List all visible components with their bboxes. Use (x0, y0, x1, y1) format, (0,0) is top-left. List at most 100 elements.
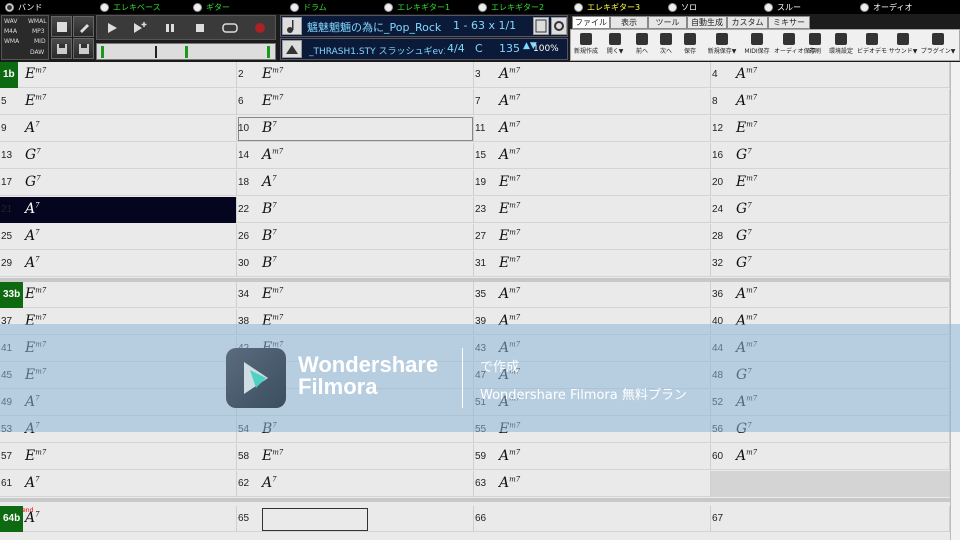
bar-cell[interactable]: 62 A7 (237, 471, 474, 497)
format-mp3-label[interactable]: MP3 (32, 28, 45, 35)
radio-icon[interactable] (764, 2, 773, 12)
song-menu-button[interactable] (282, 17, 302, 35)
bar-cell[interactable]: 28 G7 (711, 224, 950, 250)
chord-symbol[interactable]: Am7 (499, 448, 520, 464)
chord-symbol[interactable]: Am7 (499, 286, 520, 302)
chord-symbol[interactable]: B7 (262, 201, 277, 217)
chord-symbol[interactable]: Em7 (25, 66, 46, 82)
part-option[interactable]: エレキベース (100, 1, 161, 13)
song-list-button[interactable] (51, 16, 72, 37)
bar-cell[interactable]: 58 Em7 (237, 444, 474, 470)
chord-symbol[interactable]: A7 (262, 475, 277, 491)
chord-symbol[interactable]: Em7 (499, 228, 520, 244)
bar-cell[interactable]: 23 Em7 (474, 197, 711, 223)
bar-cell[interactable]: 13 G7 (0, 143, 237, 169)
chord-symbol[interactable]: A7 (25, 510, 40, 526)
chord-symbol[interactable]: A7 (25, 475, 40, 491)
chord-symbol[interactable]: G7 (736, 201, 752, 217)
chord-symbol[interactable]: Em7 (262, 66, 283, 82)
menu-tab[interactable]: ツール (648, 16, 687, 29)
part-option[interactable]: バンド (5, 1, 42, 13)
bar-cell[interactable]: 64b end A7 (0, 506, 237, 532)
bar-cell[interactable]: 24 G7 (711, 197, 950, 223)
bar-cell[interactable]: 12 Em7 (711, 116, 950, 142)
bar-cell[interactable]: 20 Em7 (711, 170, 950, 196)
part-option[interactable]: スルー (764, 1, 801, 13)
ribbon-button[interactable]: 新規保存▼ (704, 31, 740, 61)
chord-symbol[interactable]: Am7 (736, 448, 757, 464)
bar-cell[interactable]: 67 (711, 506, 950, 532)
part-option[interactable]: ソロ (668, 1, 697, 13)
style-picker-button[interactable] (282, 40, 302, 58)
ribbon-button[interactable]: 環境設定 (826, 31, 856, 61)
chord-symbol[interactable]: Am7 (262, 147, 283, 163)
part-option[interactable]: エレキギター2 (478, 1, 544, 13)
chord-symbol[interactable]: Em7 (499, 255, 520, 271)
format-wma-label[interactable]: WMA (4, 38, 19, 45)
format-daw-label[interactable]: DAW (30, 49, 44, 56)
chord-symbol[interactable]: Am7 (736, 286, 757, 302)
bar-cell[interactable]: 66 (474, 506, 711, 532)
radio-icon[interactable] (478, 2, 487, 12)
bar-cell[interactable]: 17 G7 (0, 170, 237, 196)
settings-button[interactable] (551, 17, 567, 35)
chord-symbol[interactable]: Em7 (499, 174, 520, 190)
chord-symbol[interactable]: Em7 (262, 93, 283, 109)
bar-cell[interactable]: 14 Am7 (237, 143, 474, 169)
bar-cell[interactable]: 65 (237, 506, 474, 532)
ribbon-button[interactable]: 開く▼ (601, 31, 629, 61)
bar-cell[interactable]: 30 B7 (237, 251, 474, 277)
tempo-value[interactable]: 135 (499, 42, 520, 55)
part-option[interactable]: ギター (193, 1, 230, 13)
chord-symbol[interactable]: G7 (25, 174, 41, 190)
chord-symbol[interactable]: A7 (25, 201, 40, 217)
bar-cell[interactable]: 5 Em7 (0, 89, 237, 115)
chord-symbol[interactable]: Am7 (499, 120, 520, 136)
ribbon-button[interactable]: 次へ (654, 31, 678, 61)
zoom-level[interactable]: 100% (533, 44, 559, 54)
edit-button[interactable] (73, 16, 94, 37)
format-wav-label[interactable]: WAV (4, 18, 17, 25)
loop-button[interactable] (217, 18, 243, 38)
ribbon-button[interactable]: 印刷 (804, 31, 826, 61)
ribbon-button[interactable]: MIDI保存 (741, 31, 773, 61)
bar-cell[interactable] (711, 471, 950, 497)
play-button[interactable] (99, 18, 125, 38)
chord-symbol[interactable]: G7 (25, 147, 41, 163)
radio-icon[interactable] (668, 2, 677, 12)
bar-cell[interactable]: 27 Em7 (474, 224, 711, 250)
part-option[interactable]: エレキギター3 (574, 1, 640, 13)
save-as-button[interactable] (73, 38, 94, 59)
chord-symbol[interactable]: A7 (25, 120, 40, 136)
chord-symbol[interactable]: A7 (25, 228, 40, 244)
part-option[interactable]: ドラム (290, 1, 327, 13)
bar-cell[interactable]: 8 Am7 (711, 89, 950, 115)
vertical-scrollbar[interactable] (950, 62, 960, 540)
bar-cell[interactable]: 22 B7 (237, 197, 474, 223)
bar-cell[interactable]: 61 A7 (0, 471, 237, 497)
bar-cell[interactable]: 59 Am7 (474, 444, 711, 470)
song-title[interactable]: 魑魅魍魎の為に_Pop_Rock (307, 19, 447, 35)
chord-symbol[interactable]: G7 (736, 255, 752, 271)
bar-input-box[interactable] (262, 508, 368, 531)
chord-symbol[interactable]: G7 (736, 228, 752, 244)
format-mid-label[interactable]: MID (34, 38, 46, 45)
chord-symbol[interactable]: Em7 (736, 174, 757, 190)
chord-symbol[interactable]: Am7 (499, 475, 520, 491)
chord-symbol[interactable]: Em7 (25, 448, 46, 464)
format-selector[interactable]: WAV WMAL M4A MP3 WMA MID DAW (1, 15, 49, 60)
chord-symbol[interactable]: Am7 (499, 66, 520, 82)
radio-icon[interactable] (860, 2, 869, 12)
chord-symbol[interactable]: B7 (262, 255, 277, 271)
record-button[interactable] (247, 18, 273, 38)
chord-symbol[interactable]: Am7 (736, 66, 757, 82)
ribbon-button[interactable]: 保存 (678, 31, 702, 61)
bar-cell[interactable]: 15 Am7 (474, 143, 711, 169)
bar-cell[interactable]: 29 A7 (0, 251, 237, 277)
bar-cell[interactable]: 11 Am7 (474, 116, 711, 142)
chord-symbol[interactable]: Am7 (736, 93, 757, 109)
memo-button[interactable] (533, 17, 549, 35)
stop-button[interactable] (187, 18, 213, 38)
bar-cell[interactable]: 31 Em7 (474, 251, 711, 277)
chord-symbol[interactable]: Em7 (262, 286, 283, 302)
